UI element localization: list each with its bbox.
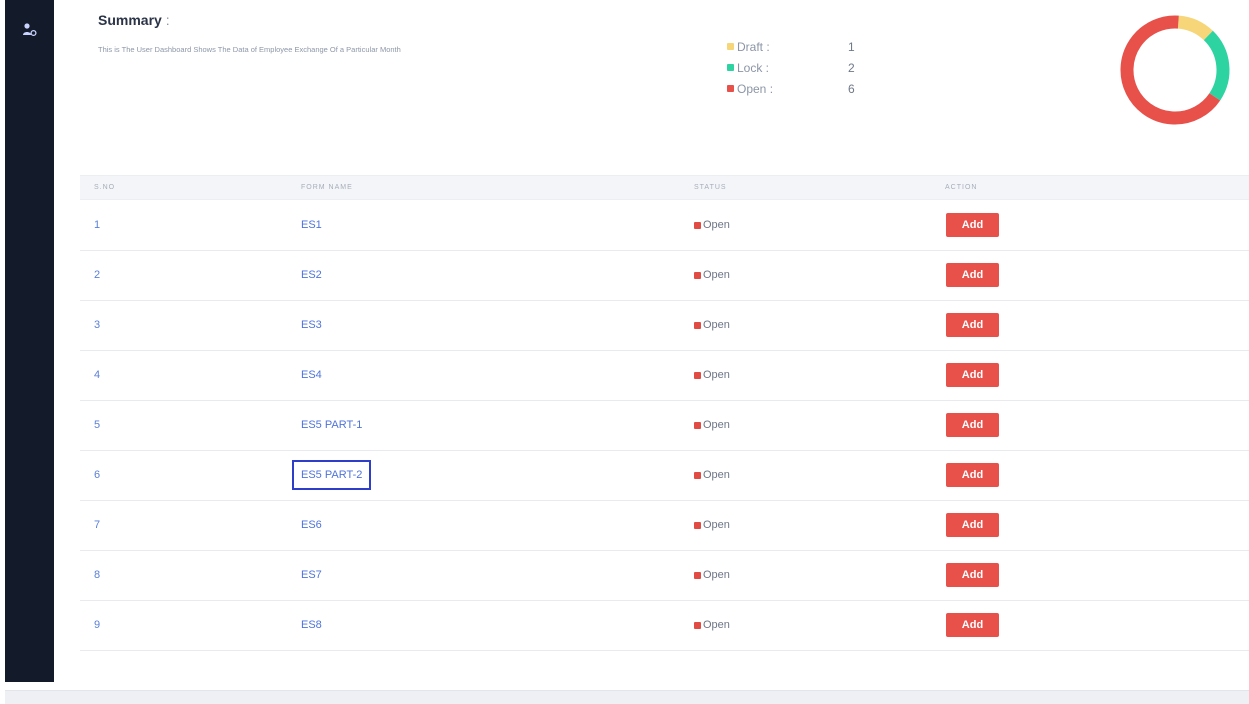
status-cell: Open: [694, 619, 730, 631]
bottom-bar: [5, 690, 1249, 704]
legend-draft: Draft : 1: [727, 36, 855, 57]
cell-sno: 1: [94, 219, 101, 231]
sidebar: [5, 0, 54, 682]
status-text: Open: [703, 419, 730, 431]
status-open-dot: [694, 321, 701, 329]
legend-draft-label: Draft :: [737, 39, 770, 54]
status-open-dot: [694, 521, 701, 529]
summary-title-colon: :: [165, 12, 170, 28]
status-open-dot: [694, 371, 701, 379]
donut-slice-lock: [1203, 30, 1230, 101]
status-open-dot: [694, 471, 701, 479]
legend-open-value: 6: [848, 81, 855, 96]
cell-sno: 8: [94, 569, 101, 581]
form-name-link[interactable]: ES1: [301, 219, 322, 231]
column-header-sno: S.NO: [94, 184, 116, 191]
status-text: Open: [703, 569, 730, 581]
legend-lock-swatch: [727, 64, 734, 71]
status-text: Open: [703, 519, 730, 531]
add-button[interactable]: Add: [946, 263, 999, 287]
status-cell: Open: [694, 419, 730, 431]
form-name-link[interactable]: ES6: [301, 519, 322, 531]
status-open-dot: [694, 271, 701, 279]
legend-lock-label: Lock :: [737, 60, 770, 75]
legend-open-label: Open :: [737, 81, 774, 96]
status-text: Open: [703, 269, 730, 281]
table-row: 5 ES5 PART-1 Open Add: [80, 401, 1249, 451]
cell-sno: 2: [94, 269, 101, 281]
cell-sno: 5: [94, 419, 101, 431]
cell-sno: 9: [94, 619, 101, 631]
legend-open-swatch: [727, 85, 734, 92]
status-open-dot: [694, 221, 701, 229]
legend-lock: Lock : 2: [727, 57, 855, 78]
status-open-dot: [694, 421, 701, 429]
table-header: S.NO FORM NAME STATUS ACTION: [80, 175, 1249, 200]
summary-title: Summary :: [98, 12, 170, 28]
cell-sno: 3: [94, 319, 101, 331]
form-name-link[interactable]: ES2: [301, 269, 322, 281]
status-cell: Open: [694, 269, 730, 281]
table-row: 3 ES3 Open Add: [80, 301, 1249, 351]
cell-sno: 7: [94, 519, 101, 531]
add-button[interactable]: Add: [946, 213, 999, 237]
form-name-link[interactable]: ES5 PART-2: [291, 460, 372, 490]
summary-title-text: Summary: [98, 12, 162, 28]
column-header-action: ACTION: [945, 184, 978, 191]
add-button[interactable]: Add: [946, 313, 999, 337]
legend-draft-value: 1: [848, 39, 855, 54]
legend-draft-swatch: [727, 43, 734, 50]
status-open-dot: [694, 571, 701, 579]
add-button[interactable]: Add: [946, 513, 999, 537]
status-cell: Open: [694, 369, 730, 381]
add-button[interactable]: Add: [946, 563, 999, 587]
add-button[interactable]: Add: [946, 413, 999, 437]
cell-sno: 4: [94, 369, 101, 381]
table-row: 9 ES8 Open Add: [80, 601, 1249, 651]
status-text: Open: [703, 219, 730, 231]
table-row: 2 ES2 Open Add: [80, 251, 1249, 301]
status-cell: Open: [694, 219, 730, 231]
status-text: Open: [703, 469, 730, 481]
status-cell: Open: [694, 319, 730, 331]
status-open-dot: [694, 621, 701, 629]
add-button[interactable]: Add: [946, 463, 999, 487]
status-cell: Open: [694, 469, 730, 481]
table-row: 7 ES6 Open Add: [80, 501, 1249, 551]
status-legend: Draft : 1 Lock : 2 Open : 6: [727, 36, 855, 99]
add-button[interactable]: Add: [946, 363, 999, 387]
status-donut-chart: [1120, 15, 1230, 125]
legend-open: Open : 6: [727, 78, 855, 99]
summary-description: This is The User Dashboard Shows The Dat…: [98, 45, 401, 54]
status-text: Open: [703, 619, 730, 631]
status-cell: Open: [694, 569, 730, 581]
form-name-link[interactable]: ES8: [301, 619, 322, 631]
cell-sno: 6: [94, 469, 101, 481]
user-settings-icon[interactable]: [22, 22, 38, 38]
column-header-form-name: FORM NAME: [301, 184, 353, 191]
table-row: 4 ES4 Open Add: [80, 351, 1249, 401]
column-header-status: STATUS: [694, 184, 727, 191]
form-name-link[interactable]: ES7: [301, 569, 322, 581]
status-text: Open: [703, 319, 730, 331]
add-button[interactable]: Add: [946, 613, 999, 637]
status-cell: Open: [694, 519, 730, 531]
table-row: 8 ES7 Open Add: [80, 551, 1249, 601]
table-row: 1 ES1 Open Add: [80, 201, 1249, 251]
donut-slice-draft: [1177, 15, 1213, 41]
status-text: Open: [703, 369, 730, 381]
form-name-link[interactable]: ES4: [301, 369, 322, 381]
table-row: 6 ES5 PART-2 Open Add: [80, 451, 1249, 501]
form-name-link[interactable]: ES3: [301, 319, 322, 331]
form-name-link[interactable]: ES5 PART-1: [301, 419, 362, 431]
legend-lock-value: 2: [848, 60, 855, 75]
